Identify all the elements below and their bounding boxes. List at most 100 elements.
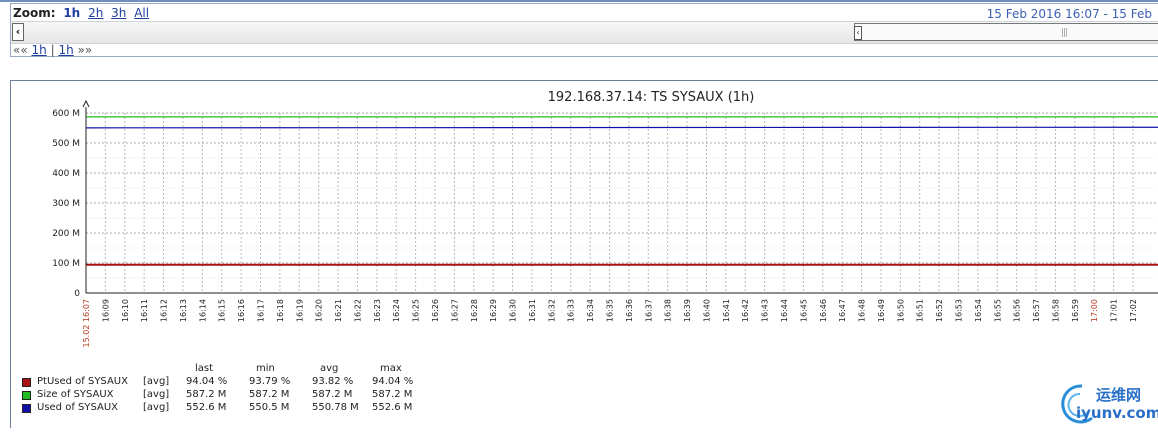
x-tick-label: 16:44 [780,299,789,322]
nav-back-1h-link[interactable]: 1h [32,43,47,57]
x-tick-label: 16:41 [722,299,731,322]
x-tick-label: 16:27 [450,299,459,322]
y-axis-arrow-icon [82,99,90,108]
watermark-en-text: iyunv.com [1076,404,1158,422]
x-tick-label: 16:45 [799,299,808,322]
series-line [85,126,1158,129]
x-tick-label: 16:38 [664,299,673,322]
x-tick-label: 16:47 [838,299,847,322]
legend-last: 552.6 M [186,402,227,413]
legend-swatch [22,404,31,413]
zoom-1h-link[interactable]: 1h [63,6,80,20]
x-tick-label: 16:40 [702,299,711,322]
x-tick-label: 16:36 [625,299,634,322]
timeline-scrollbar[interactable]: ‹ ‹ ||| [11,21,1158,44]
x-tick-label: 16:30 [509,299,518,322]
legend-header-min: min [256,363,275,374]
x-tick-label: 16:59 [1071,299,1080,322]
zoom-2h-link[interactable]: 2h [88,6,103,20]
x-tick-label: 16:58 [1051,299,1060,322]
y-tick-label: 500 M [52,139,80,149]
x-tick-label: 15.02 16:07 [82,299,91,348]
legend-last: 94.04 % [186,376,228,387]
legend-function: [avg] [143,389,170,400]
x-tick-label: 16:13 [179,299,188,322]
nav-forward-1h-link[interactable]: 1h [58,43,73,57]
scroll-left-button[interactable]: ‹ [12,23,24,41]
legend-row: Used of SYSAUX [avg] 552.6 M 550.5 M 550… [22,402,442,415]
legend-max: 587.2 M [372,389,413,400]
x-tick-label: 16:55 [993,299,1002,322]
legend-last: 587.2 M [186,389,227,400]
x-tick-label: 16:20 [315,299,324,322]
x-tick-label: 16:48 [858,299,867,322]
legend-swatch [22,391,31,400]
x-tick-label: 16:15 [218,299,227,322]
legend-max: 552.6 M [372,402,413,413]
x-tick-label: 16:42 [741,299,750,322]
x-tick-label: 16:21 [334,299,343,322]
x-tick-label: 16:28 [470,299,479,322]
x-tick-label: 16:57 [1032,299,1041,322]
legend-avg: 550.78 M [312,402,359,413]
y-tick-label: 600 M [52,109,80,119]
x-tick-label: 16:35 [606,299,615,322]
legend-header-avg: avg [320,363,339,374]
period-navigation: «« 1h | 1h »» [13,43,92,57]
x-tick-label: 16:43 [761,299,770,322]
y-tick-label: 0 [74,289,80,299]
chart-title: 192.168.37.14: TS SYSAUX (1h) [548,90,755,105]
nav-prev-arrows[interactable]: «« [13,43,28,57]
x-tick-label: 16:17 [257,299,266,322]
legend-series-name: Used of SYSAUX [37,402,119,413]
grid-lines [86,112,1158,293]
x-tick-label: 17:01 [1110,299,1119,322]
x-tick-label: 16:12 [160,299,169,322]
x-tick-label: 16:25 [412,299,421,322]
x-tick-label: 16:18 [276,299,285,322]
zoom-label: Zoom: [13,6,56,20]
x-tick-label: 17:02 [1129,299,1138,322]
thumb-grip-icon: ||| [1061,28,1068,38]
watermark-logo: 运维网 iyunv.com [1052,380,1158,426]
legend-header-max: max [380,363,402,374]
x-tick-label: 16:51 [916,299,925,322]
legend-function: [avg] [143,376,170,387]
nav-separator: | [50,43,55,57]
legend-row: PtUsed of SYSAUX [avg] 94.04 % 93.79 % 9… [22,376,442,389]
x-tick-label: 16:37 [644,299,653,322]
thumb-left-handle[interactable]: ‹ [854,26,862,40]
legend-series-name: PtUsed of SYSAUX [37,376,128,387]
legend-header-last: last [195,363,214,374]
watermark-cn-text: 运维网 [1096,386,1142,404]
legend-min: 587.2 M [249,389,290,400]
y-tick-label: 300 M [52,199,80,209]
x-tick-label: 16:54 [974,299,983,322]
timeline-scroll-thumb[interactable]: ‹ ||| [854,23,1158,41]
x-tick-label: 16:11 [140,299,149,322]
zoom-all-link[interactable]: All [134,6,149,20]
legend-avg: 587.2 M [312,389,353,400]
legend-min: 550.5 M [249,402,290,413]
x-tick-label: 16:09 [101,299,110,322]
x-tick-label: 17:00 [1090,299,1099,322]
x-tick-label: 16:19 [295,299,304,322]
x-tick-label: 16:50 [896,299,905,322]
legend-max: 94.04 % [372,376,414,387]
y-tick-label: 400 M [52,169,80,179]
x-tick-label: 16:34 [586,299,595,322]
y-tick-label: 100 M [52,259,80,269]
x-tick-label: 16:39 [683,299,692,322]
legend-row: Size of SYSAUX [avg] 587.2 M 587.2 M 587… [22,389,442,402]
x-tick-label: 16:52 [935,299,944,322]
zoom-3h-link[interactable]: 3h [111,6,126,20]
x-tick-label: 16:23 [373,299,382,322]
x-tick-label: 16:53 [955,299,964,322]
legend-avg: 93.82 % [312,376,354,387]
zoom-controls: Zoom: 1h 2h 3h All [13,6,149,20]
nav-next-arrows[interactable]: »» [78,43,93,57]
x-tick-label: 16:29 [489,299,498,322]
x-tick-label: 16:49 [877,299,886,322]
legend-series-name: Size of SYSAUX [37,389,114,400]
x-tick-label: 16:32 [547,299,556,322]
